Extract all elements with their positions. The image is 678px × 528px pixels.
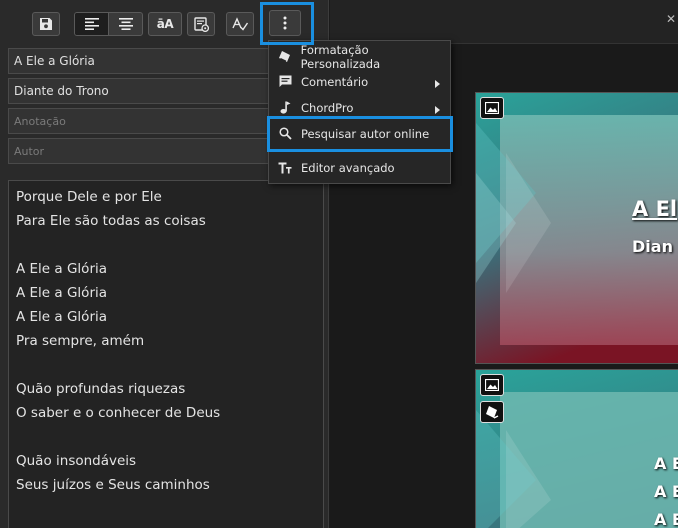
lyrics-editor[interactable]: Porque Dele e por Ele Para Ele são todas… <box>8 180 324 528</box>
image-slide-icon <box>480 374 504 396</box>
lyrics-line <box>16 353 323 377</box>
slide-preview[interactable]: A E A E A E <box>475 369 678 528</box>
slide-line: A E <box>654 510 678 528</box>
save-icon <box>40 18 52 30</box>
comment-icon <box>269 75 301 88</box>
eraser-icon <box>269 50 301 63</box>
music-note-icon <box>269 101 301 114</box>
lyrics-line: Quão insondáveis <box>16 453 137 469</box>
save-button[interactable] <box>32 12 60 36</box>
menu-item-label: Comentário <box>301 74 369 89</box>
search-author-highlight <box>267 116 453 152</box>
lyrics-line: O saber e o conhecer de Deus <box>16 405 221 421</box>
lyrics-line: A Ele a Glória <box>16 285 108 301</box>
menu-item-label: Editor avançado <box>301 160 395 175</box>
align-left-icon <box>84 18 99 30</box>
menu-item-custom-formatting[interactable]: Formatação Personalizada <box>269 42 450 71</box>
slide-preview[interactable]: A El Dian <box>475 92 678 364</box>
spellcheck-button[interactable] <box>226 12 254 36</box>
slide-background <box>476 370 678 528</box>
more-options-menu: Formatação Personalizada Comentário Chor… <box>268 40 451 184</box>
submenu-arrow-icon <box>435 103 440 117</box>
submenu-arrow-icon <box>435 77 440 91</box>
align-center-button[interactable] <box>109 13 142 35</box>
lyrics-line: A Ele a Glória <box>16 309 108 325</box>
slide-line: A E <box>654 454 678 473</box>
annotation-placeholder: Anotação <box>14 114 66 128</box>
lyrics-line: Para Ele são todas as coisas <box>16 213 206 229</box>
document-settings-button[interactable] <box>187 12 215 36</box>
spellcheck-icon <box>232 17 248 31</box>
font-button[interactable]: āA <box>148 12 182 36</box>
slide-line: A E <box>654 482 678 501</box>
font-button-label: āA <box>156 17 174 31</box>
align-left-button[interactable] <box>75 13 109 35</box>
menu-item-label: Formatação Personalizada <box>300 42 381 71</box>
close-icon[interactable]: ✕ <box>666 12 676 26</box>
align-center-icon <box>118 18 133 30</box>
menu-item-label: ChordPro <box>301 100 354 115</box>
lyrics-line: Seus juízos e Seus caminhos <box>16 477 210 493</box>
slide-background <box>476 93 678 363</box>
lyrics-line <box>16 233 323 257</box>
alignment-group <box>74 12 143 36</box>
artist-value: Diante do Trono <box>14 84 109 98</box>
lyrics-line: Quão profundas riquezas <box>16 381 186 397</box>
slide-title: A El <box>632 197 678 221</box>
slide-subtitle: Dian <box>632 237 673 256</box>
song-title-value: A Ele a Glória <box>14 54 95 68</box>
menu-item-advanced-editor[interactable]: Editor avançado <box>269 155 450 180</box>
preview-header: ✕ <box>330 0 678 44</box>
more-options-highlight <box>260 2 314 45</box>
custom-format-slide-icon <box>480 401 504 423</box>
document-settings-icon <box>193 16 209 32</box>
lyrics-line: Porque Dele e por Ele <box>16 189 162 205</box>
lyrics-line <box>16 425 323 449</box>
menu-item-comment[interactable]: Comentário <box>269 69 450 94</box>
image-slide-icon <box>480 97 504 119</box>
lyrics-line: A Ele a Glória <box>16 261 108 277</box>
text-format-icon <box>269 162 301 174</box>
author-placeholder: Autor <box>14 144 45 158</box>
lyrics-line: Pra sempre, amém <box>16 333 145 349</box>
